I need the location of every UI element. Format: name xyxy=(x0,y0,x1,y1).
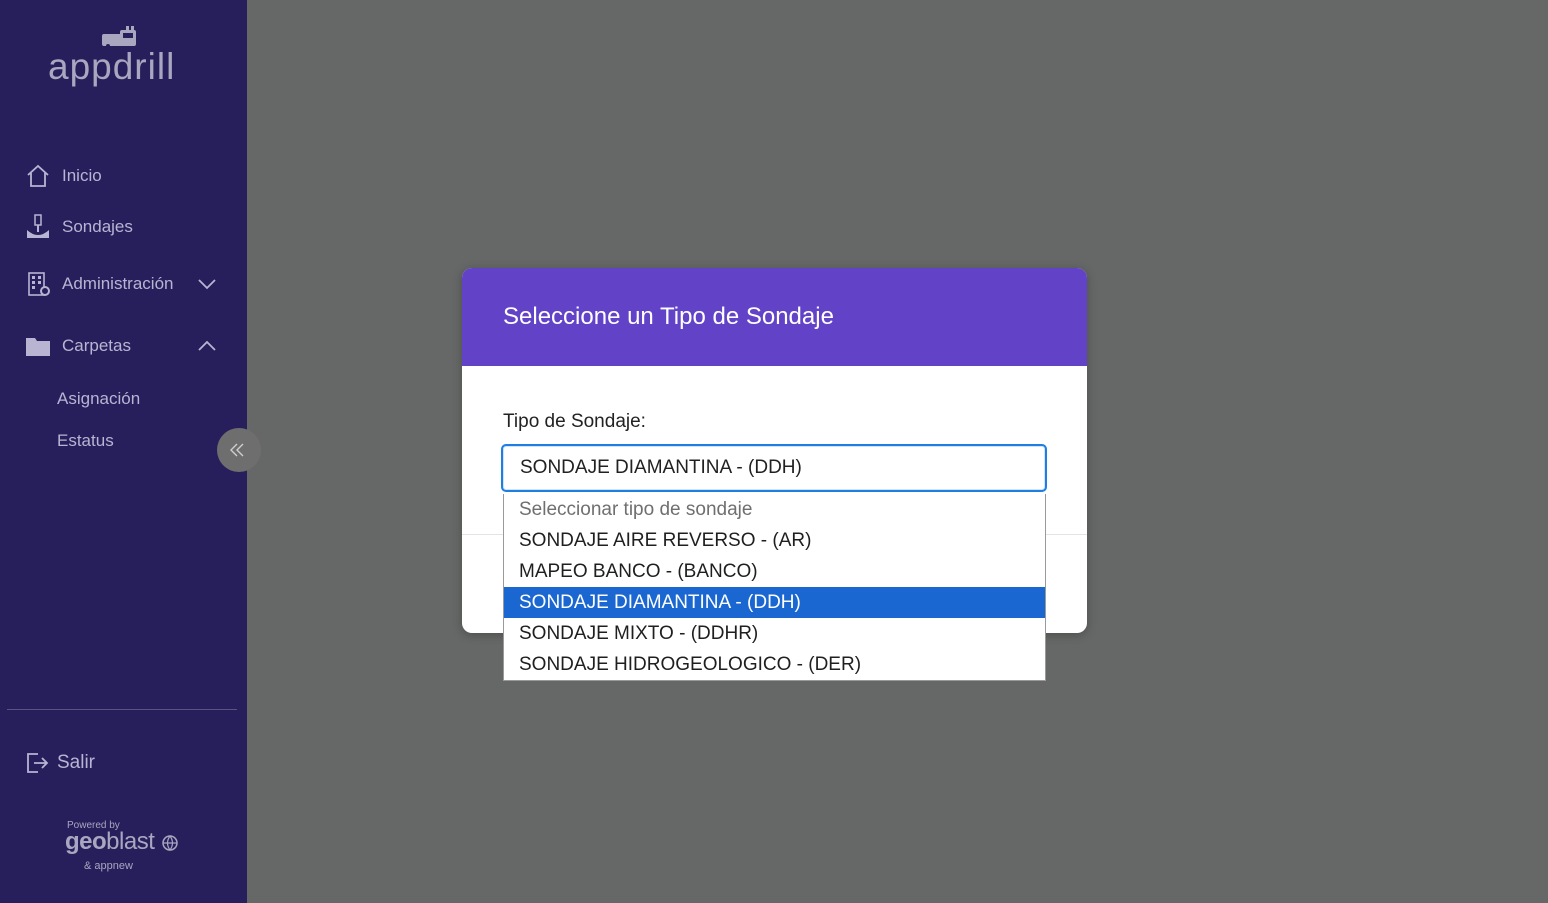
select-option-selected[interactable]: SONDAJE DIAMANTINA - (DDH) xyxy=(504,587,1045,618)
sidebar: appdrill Inicio Sondajes Administración … xyxy=(0,0,261,903)
chevron-down-icon[interactable] xyxy=(196,273,218,295)
chevron-up-icon[interactable] xyxy=(196,335,218,357)
sidebar-item-label: Administración xyxy=(62,274,174,293)
sidebar-subitem-asignacion[interactable]: Asignación xyxy=(57,389,140,409)
geoblast-logo-bold: geo xyxy=(65,828,107,855)
select-option[interactable]: SONDAJE HIDROGEOLOGICO - (DER) xyxy=(504,649,1045,680)
app-logo[interactable]: appdrill xyxy=(48,24,198,94)
logout-label: Salir xyxy=(57,752,96,773)
sidebar-item-inicio[interactable]: Inicio xyxy=(24,161,102,191)
sidebar-subitem-estatus[interactable]: Estatus xyxy=(57,431,114,451)
sidebar-item-label: Inicio xyxy=(62,166,102,185)
select-option[interactable]: SONDAJE AIRE REVERSO - (AR) xyxy=(504,525,1045,556)
modal-title: Seleccione un Tipo de Sondaje xyxy=(503,303,834,330)
modal-header: Seleccione un Tipo de Sondaje xyxy=(462,268,1087,366)
sidebar-item-label: Carpetas xyxy=(62,336,131,355)
sidebar-item-administracion[interactable]: Administración xyxy=(24,269,220,299)
select-options-list: Seleccionar tipo de sondaje SONDAJE AIRE… xyxy=(503,494,1046,681)
sidebar-divider xyxy=(7,709,237,710)
double-chevron-left-icon xyxy=(230,443,244,457)
tipo-sondaje-select[interactable]: SONDAJE DIAMANTINA - (DDH) xyxy=(501,444,1047,492)
geoblast-logo-thin: blast xyxy=(106,828,155,855)
sidebar-item-sondajes[interactable]: Sondajes xyxy=(24,212,133,242)
collapse-sidebar-button[interactable] xyxy=(217,428,261,472)
building-gear-icon xyxy=(24,271,52,297)
field-label: Tipo de Sondaje: xyxy=(503,411,646,432)
select-option[interactable]: SONDAJE MIXTO - (DDHR) xyxy=(504,618,1045,649)
truck-icon xyxy=(102,26,136,48)
logo-text: appdrill xyxy=(48,46,176,87)
drill-icon xyxy=(24,214,52,240)
select-option[interactable]: Seleccionar tipo de sondaje xyxy=(504,494,1045,525)
appnew-text: & appnew xyxy=(84,860,133,872)
select-option[interactable]: MAPEO BANCO - (BANCO) xyxy=(504,556,1045,587)
logout-icon xyxy=(27,753,49,773)
geoblast-logo: geoblast xyxy=(65,828,179,856)
powered-by-logo: Powered by geoblast & appnew xyxy=(62,820,192,880)
folder-icon xyxy=(24,333,52,359)
logout-button[interactable]: Salir xyxy=(25,751,95,775)
sidebar-item-carpetas[interactable]: Carpetas xyxy=(24,331,220,361)
globe-icon xyxy=(161,834,178,851)
app-root: appdrill Inicio Sondajes Administración … xyxy=(0,0,1548,903)
home-icon xyxy=(24,163,52,189)
sidebar-item-label: Sondajes xyxy=(62,217,133,236)
